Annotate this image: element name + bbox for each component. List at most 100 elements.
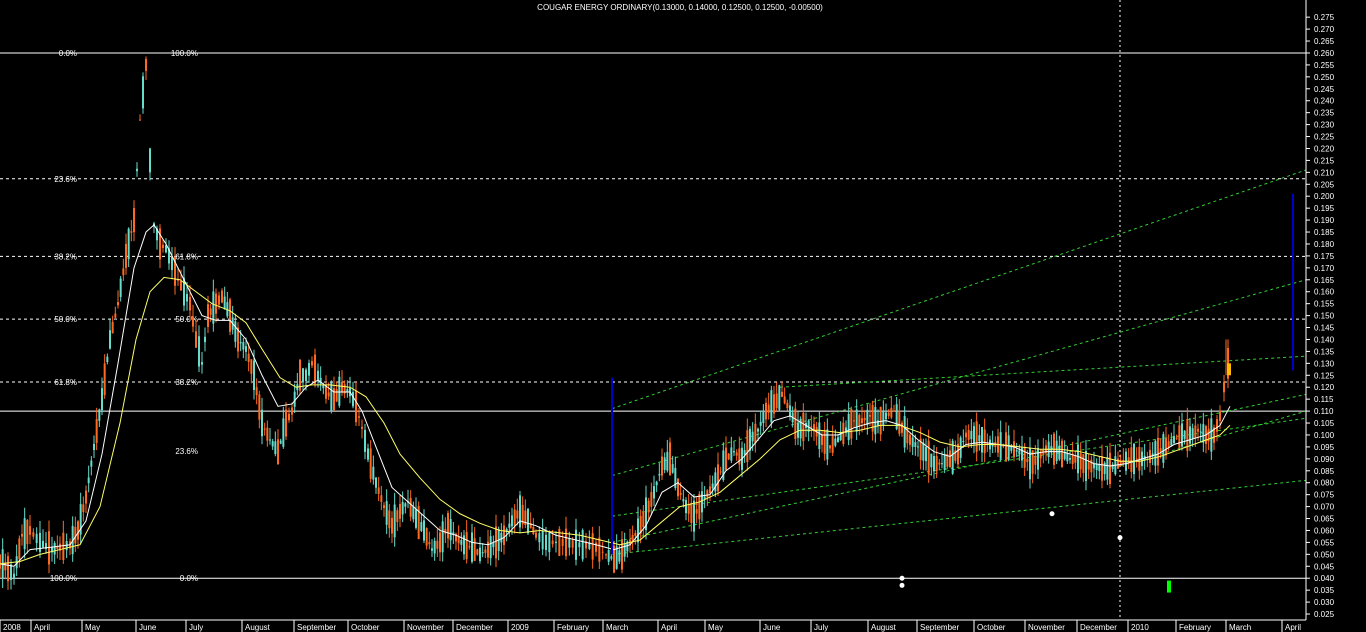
- candle-body: [527, 508, 529, 534]
- candle-body: [973, 426, 975, 444]
- candle-body: [103, 363, 106, 396]
- candle-body: [975, 421, 978, 452]
- candle-body: [1066, 453, 1069, 462]
- candle-body: [393, 504, 396, 538]
- candle-body: [933, 456, 935, 472]
- axes: 0.025 0.030 0.035 0.040 0.045 0.050 0.055 0.060…: [0, 0, 1335, 632]
- candle-body: [786, 402, 789, 409]
- candle-body: [245, 346, 247, 352]
- trend-lines: [611, 169, 1307, 555]
- candle-body: [532, 527, 535, 534]
- candle-body: [327, 392, 330, 397]
- candle-body: [513, 509, 516, 526]
- candle-body: [0, 554, 1, 569]
- candle-body: [749, 428, 751, 451]
- candle-body: [679, 492, 682, 495]
- candle-body: [555, 541, 557, 544]
- candle-body: [1018, 450, 1021, 455]
- candle-body: [1189, 426, 1191, 444]
- candle-body: [727, 453, 730, 460]
- candle-body: [661, 456, 663, 476]
- candle-body: [423, 520, 425, 541]
- candle-body: [581, 530, 584, 560]
- candle-body: [1157, 437, 1159, 466]
- candle-body: [503, 525, 505, 545]
- candle-body: [1093, 463, 1095, 469]
- candle-body: [207, 304, 209, 327]
- candle-body: [369, 448, 372, 479]
- x-tick-label: 2010: [1131, 623, 1149, 632]
- candle-body: [634, 533, 637, 536]
- candle-body: [139, 119, 141, 121]
- candle-body: [180, 281, 182, 291]
- candle-body: [29, 526, 31, 535]
- candle-body: [773, 394, 775, 414]
- candle-body: [114, 313, 117, 318]
- candle-body: [909, 434, 911, 445]
- candle-body: [658, 474, 661, 476]
- candle-body: [890, 407, 893, 418]
- y-tick-label: 0.195: [1314, 204, 1335, 213]
- y-tick-label: 0.160: [1314, 288, 1335, 297]
- candle-body: [508, 523, 511, 528]
- candle-body: [341, 382, 343, 393]
- candle-body: [818, 422, 821, 450]
- x-tick-label: October: [977, 623, 1006, 632]
- candle-body: [607, 550, 610, 562]
- fib-left-label: 100.0%: [50, 574, 77, 583]
- candle-body: [330, 382, 333, 412]
- x-tick-label: May: [708, 623, 723, 632]
- candle-body: [730, 447, 733, 461]
- candle-body: [578, 542, 581, 548]
- candle-body: [93, 443, 95, 450]
- candle-body: [663, 457, 666, 470]
- candle-body: [277, 439, 279, 465]
- x-tick-label: April: [661, 623, 677, 632]
- candle-body: [781, 391, 783, 397]
- candle-body: [541, 530, 544, 550]
- candle-body: [449, 519, 452, 541]
- candle-body: [949, 450, 951, 468]
- candle-body: [869, 415, 871, 417]
- candle-body: [465, 532, 468, 560]
- candle-body: [1061, 440, 1063, 468]
- candle-body: [685, 500, 687, 514]
- candle-body: [218, 295, 220, 305]
- y-tick-label: 0.145: [1314, 324, 1335, 333]
- candle-body: [468, 546, 471, 548]
- last-candle: [1227, 363, 1231, 376]
- candle-body: [42, 540, 44, 548]
- candle-body: [380, 495, 383, 502]
- fib-inner-label: 100.0%: [171, 49, 198, 58]
- candle-body: [85, 490, 87, 504]
- signal-dot: [899, 582, 905, 588]
- candle-body: [32, 532, 35, 537]
- fib-inner-label: 61.8%: [175, 252, 198, 261]
- candle-body: [352, 392, 354, 407]
- candle-body: [1219, 410, 1221, 421]
- candle-body: [943, 454, 946, 471]
- candle-body: [1013, 441, 1015, 458]
- candle-body: [101, 388, 103, 411]
- candle-body: [733, 451, 735, 453]
- candle-body: [1101, 456, 1103, 481]
- green-signal-bar: [1167, 580, 1171, 593]
- candle-body: [571, 540, 574, 548]
- candle-body: [1029, 447, 1031, 480]
- chart-title: COUGAR ENERGY ORDINARY(0.13000, 0.14000,…: [537, 3, 823, 12]
- y-tick-label: 0.275: [1314, 13, 1335, 22]
- candle-body: [898, 410, 901, 434]
- fib-left-label: 0.0%: [59, 49, 77, 58]
- candle-body: [229, 299, 231, 332]
- candle-body: [476, 549, 479, 555]
- candle-body: [874, 407, 877, 435]
- y-tick-label: 0.215: [1314, 156, 1335, 165]
- candle-body: [364, 429, 366, 452]
- candle-body: [367, 448, 369, 460]
- candle-body: [762, 411, 765, 424]
- candle-body: [1162, 434, 1165, 463]
- candle-body: [1223, 382, 1225, 393]
- candle-body: [98, 409, 101, 421]
- candle-body: [922, 442, 925, 461]
- candle-body: [258, 394, 261, 420]
